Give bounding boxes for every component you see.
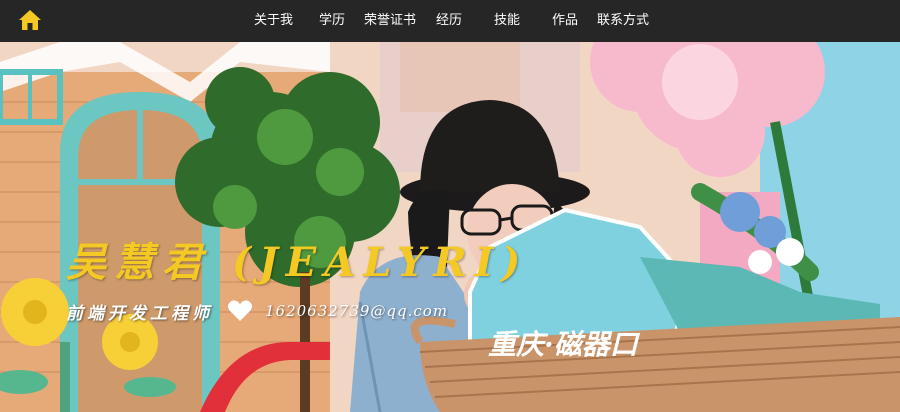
hero-subtitle: 前端开发工程师 1620632739@qq.com (66, 296, 448, 326)
heart-icon (228, 300, 252, 321)
nav-item-experience[interactable]: 经历 (436, 0, 462, 42)
nav-item-contact[interactable]: 联系方式 (597, 0, 649, 42)
nav-item-works[interactable]: 作品 (552, 0, 578, 42)
contact-email: 1620632739@qq.com (265, 302, 449, 320)
hero-banner: 重庆·磁器口 吴慧君 (JEALYRI) 前端开发工程师 1620632739@… (0, 42, 900, 412)
home-link[interactable] (18, 9, 42, 31)
home-icon (19, 10, 41, 30)
nav-item-certificates[interactable]: 荣誉证书 (364, 0, 416, 42)
hero-name: 吴慧君 (JEALYRI) (66, 239, 529, 286)
top-navbar: 关于我 学历 荣誉证书 经历 技能 作品 联系方式 (0, 0, 900, 42)
nav-item-education[interactable]: 学历 (319, 0, 345, 42)
hero-photo: 重庆·磁器口 (0, 42, 900, 412)
sign-text: 重庆·磁器口 (488, 328, 641, 361)
nav-item-about[interactable]: 关于我 (254, 0, 293, 42)
nav-item-skills[interactable]: 技能 (494, 0, 520, 42)
job-title: 前端开发工程师 (66, 303, 213, 324)
